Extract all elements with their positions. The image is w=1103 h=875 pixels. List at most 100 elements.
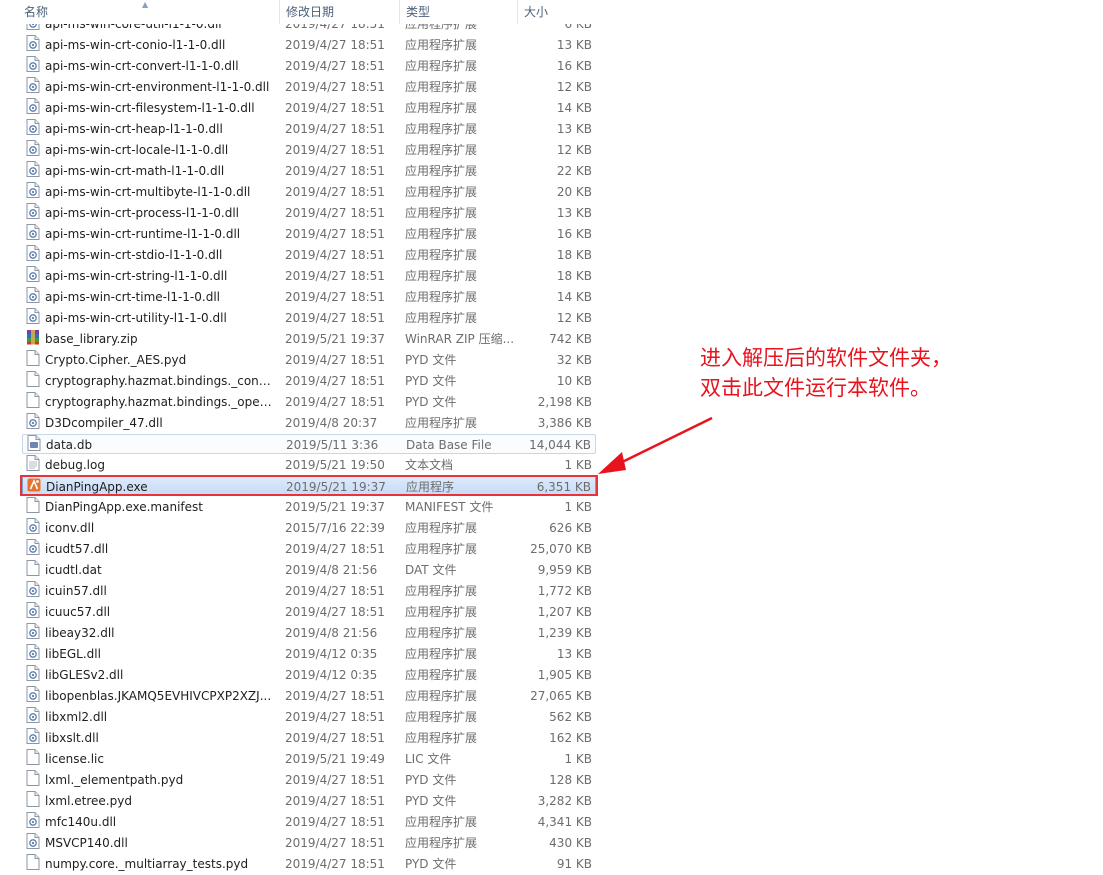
file-type: 应用程序扩展 (405, 80, 478, 94)
table-row[interactable]: api-ms-win-crt-environment-l1-1-0.dll 201… (22, 77, 596, 97)
column-header-type[interactable]: 类型 (400, 0, 518, 24)
table-row[interactable]: api-ms-win-crt-heap-l1-1-0.dll 2019/4/27 … (22, 119, 596, 139)
table-row[interactable]: license.lic 2019/5/21 19:49 LIC 文件 1 KB (22, 749, 596, 769)
column-header-name[interactable]: 名称 (18, 0, 280, 24)
blank-file-icon (26, 560, 40, 576)
file-name: api-ms-win-crt-time-l1-1-0.dll (45, 290, 220, 304)
table-row[interactable]: numpy.core._multiarray_tests.pyd 2019/4/2… (22, 854, 596, 874)
blank-file-icon (26, 791, 40, 807)
file-name: api-ms-win-crt-stdio-l1-1-0.dll (45, 248, 223, 262)
file-date: 2019/4/27 18:51 (285, 395, 385, 409)
file-date: 2015/7/16 22:39 (285, 521, 385, 535)
table-row[interactable]: DianPingApp.exe.manifest 2019/5/21 19:37 M… (22, 497, 596, 517)
table-row[interactable]: base_library.zip 2019/5/21 19:37 WinRAR ZI… (22, 329, 596, 349)
table-row[interactable]: libxml2.dll 2019/4/27 18:51 应用程序扩展 562 KB (22, 707, 596, 727)
file-date: 2019/4/27 18:51 (285, 815, 385, 829)
dll-icon (26, 77, 40, 93)
table-row[interactable]: icudtl.dat 2019/4/8 21:56 DAT 文件 9,959 KB (22, 560, 596, 580)
table-row[interactable]: mfc140u.dll 2019/4/27 18:51 应用程序扩展 4,341 KB (22, 812, 596, 832)
table-row[interactable]: api-ms-win-crt-filesystem-l1-1-0.dll 2019… (22, 98, 596, 118)
file-name: libxml2.dll (45, 710, 108, 724)
file-size: 3,282 KB (537, 794, 592, 808)
table-row-selected[interactable]: DianPingApp.exe 2019/5/21 19:37 应用程序 6,351 … (22, 476, 596, 496)
file-size: 4,341 KB (537, 815, 592, 829)
table-row[interactable]: api-ms-win-crt-multibyte-l1-1-0.dll 2019/… (22, 182, 596, 202)
file-type: PYD 文件 (405, 773, 457, 787)
table-row[interactable]: iconv.dll 2015/7/16 22:39 应用程序扩展 626 KB (22, 518, 596, 538)
file-type: 应用程序扩展 (405, 248, 478, 262)
table-row[interactable]: api-ms-win-crt-stdio-l1-1-0.dll 2019/4/27… (22, 245, 596, 265)
file-name: api-ms-win-crt-utility-l1-1-0.dll (45, 311, 227, 325)
file-size: 2,198 KB (537, 395, 592, 409)
file-name: libopenblas.JKAMQ5EVHIVCPXP2XZJ... (45, 689, 272, 703)
file-date: 2019/4/27 18:51 (285, 248, 385, 262)
file-date: 2019/4/27 18:51 (285, 206, 385, 220)
file-size: 1 KB (564, 458, 592, 472)
table-row[interactable]: api-ms-win-crt-convert-l1-1-0.dll 2019/4/… (22, 56, 596, 76)
file-date: 2019/4/27 18:51 (285, 80, 385, 94)
file-type: 应用程序扩展 (405, 416, 478, 430)
file-size: 1 KB (564, 500, 592, 514)
table-row[interactable]: api-ms-win-crt-time-l1-1-0.dll 2019/4/27 … (22, 287, 596, 307)
table-row[interactable]: data.db 2019/5/11 3:36 Data Base File 14,04… (22, 434, 596, 454)
file-name: api-ms-win-crt-math-l1-1-0.dll (45, 164, 225, 178)
file-size: 430 KB (549, 836, 592, 850)
table-row[interactable]: api-ms-win-crt-runtime-l1-1-0.dll 2019/4/… (22, 224, 596, 244)
table-row[interactable]: libeay32.dll 2019/4/8 21:56 应用程序扩展 1,239 KB (22, 623, 596, 643)
file-size: 562 KB (549, 710, 592, 724)
file-date: 2019/4/27 18:51 (285, 542, 385, 556)
file-name: D3Dcompiler_47.dll (45, 416, 163, 430)
file-size: 1,239 KB (537, 626, 592, 640)
file-date: 2019/5/21 19:50 (285, 458, 385, 472)
file-size: 13 KB (556, 38, 592, 52)
file-size: 18 KB (556, 269, 592, 283)
dll-icon (26, 728, 40, 744)
file-name: icuuc57.dll (45, 605, 111, 619)
file-type: 应用程序扩展 (405, 542, 478, 556)
file-type: 应用程序扩展 (405, 731, 478, 745)
dll-icon (26, 287, 40, 303)
table-row[interactable]: debug.log 2019/5/21 19:50 文本文档 1 KB (22, 455, 596, 475)
table-row[interactable]: icudt57.dll 2019/4/27 18:51 应用程序扩展 25,070 K… (22, 539, 596, 559)
table-row[interactable]: Crypto.Cipher._AES.pyd 2019/4/27 18:51 PYD… (22, 350, 596, 370)
table-row[interactable]: libopenblas.JKAMQ5EVHIVCPXP2XZJ... 2019/4… (22, 686, 596, 706)
table-row[interactable]: cryptography.hazmat.bindings._open... 201… (22, 392, 596, 412)
file-name: libEGL.dll (45, 647, 101, 661)
table-row[interactable]: api-ms-win-crt-locale-l1-1-0.dll 2019/4/2… (22, 140, 596, 160)
blank-file-icon (26, 392, 40, 408)
table-row[interactable]: api-ms-win-crt-utility-l1-1-0.dll 2019/4/… (22, 308, 596, 328)
table-row[interactable]: api-ms-win-crt-conio-l1-1-0.dll 2019/4/27… (22, 35, 596, 55)
file-type: 应用程序扩展 (405, 206, 478, 220)
column-header-size[interactable]: 大小 (518, 0, 598, 24)
table-row[interactable]: lxml._elementpath.pyd 2019/4/27 18:51 PYD … (22, 770, 596, 790)
column-header-date[interactable]: 修改日期 (280, 0, 400, 24)
file-name: lxml._elementpath.pyd (45, 773, 184, 787)
table-row[interactable]: D3Dcompiler_47.dll 2019/4/8 20:37 应用程序扩展 3,… (22, 413, 596, 433)
dll-icon (26, 140, 40, 156)
dll-icon (26, 539, 40, 555)
table-row[interactable]: api-ms-win-crt-process-l1-1-0.dll 2019/4/… (22, 203, 596, 223)
file-size: 10 KB (556, 374, 592, 388)
table-row[interactable]: lxml.etree.pyd 2019/4/27 18:51 PYD 文件 3,282… (22, 791, 596, 811)
table-row[interactable]: cryptography.hazmat.bindings._const... 20… (22, 371, 596, 391)
file-date: 2019/4/12 0:35 (285, 668, 378, 682)
table-row[interactable]: libEGL.dll 2019/4/12 0:35 应用程序扩展 13 KB (22, 644, 596, 664)
table-row[interactable]: icuuc57.dll 2019/4/27 18:51 应用程序扩展 1,207 KB (22, 602, 596, 622)
table-row[interactable]: icuin57.dll 2019/4/27 18:51 应用程序扩展 1,772 KB (22, 581, 596, 601)
file-size: 742 KB (549, 332, 592, 346)
file-date: 2019/4/27 18:51 (285, 794, 385, 808)
file-date: 2019/4/8 20:37 (285, 416, 378, 430)
table-row[interactable]: api-ms-win-crt-math-l1-1-0.dll 2019/4/27 … (22, 161, 596, 181)
file-size: 128 KB (549, 773, 592, 787)
table-row[interactable]: MSVCP140.dll 2019/4/27 18:51 应用程序扩展 430 KB (22, 833, 596, 853)
file-type: 文本文档 (405, 458, 454, 472)
blank-file-icon (26, 749, 40, 765)
table-row[interactable]: libxslt.dll 2019/4/27 18:51 应用程序扩展 162 KB (22, 728, 596, 748)
table-row[interactable]: api-ms-win-crt-string-l1-1-0.dll 2019/4/2… (22, 266, 596, 286)
dll-icon (26, 602, 40, 618)
table-row[interactable]: libGLESv2.dll 2019/4/12 0:35 应用程序扩展 1,905 K… (22, 665, 596, 685)
file-size: 22 KB (556, 164, 592, 178)
dll-icon (26, 707, 40, 723)
column-header-bar: ▲ 名称 修改日期 类型 大小 (0, 0, 600, 24)
file-size: 1,207 KB (537, 605, 592, 619)
